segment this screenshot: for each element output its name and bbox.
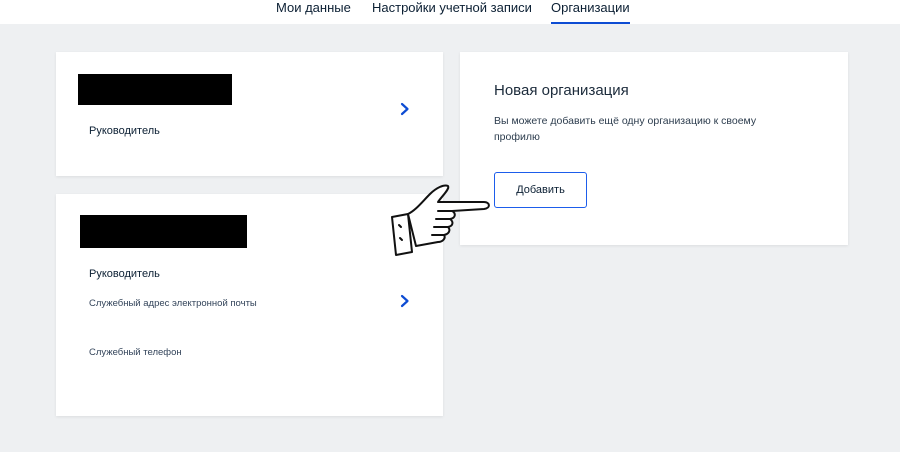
pointing-hand-icon [386,180,496,260]
new-organization-card: Новая организация Вы можете добавить ещё… [460,52,848,245]
tab-my-data[interactable]: Мои данные [276,0,351,24]
org-role: Руководитель [89,125,160,137]
new-org-title: Новая организация [494,82,629,99]
chevron-right-icon[interactable] [399,102,411,116]
top-navigation: Мои данные Настройки учетной записи Орга… [0,0,900,24]
tab-organizations[interactable]: Организации [551,0,630,24]
tab-account-settings[interactable]: Настройки учетной записи [372,0,532,24]
organization-card[interactable]: Руководитель [56,52,443,176]
org-role: Руководитель [89,268,160,280]
org-email-label: Служебный адрес электронной почты [89,298,257,309]
add-organization-button[interactable]: Добавить [494,172,587,208]
redacted-org-name [78,74,232,105]
organization-card[interactable]: Руководитель Служебный адрес электронной… [56,194,443,416]
new-org-description: Вы можете добавить ещё одну организацию … [494,115,757,143]
redacted-org-name [80,215,247,248]
chevron-right-icon[interactable] [399,294,411,308]
org-phone-label: Служебный телефон [89,347,182,358]
